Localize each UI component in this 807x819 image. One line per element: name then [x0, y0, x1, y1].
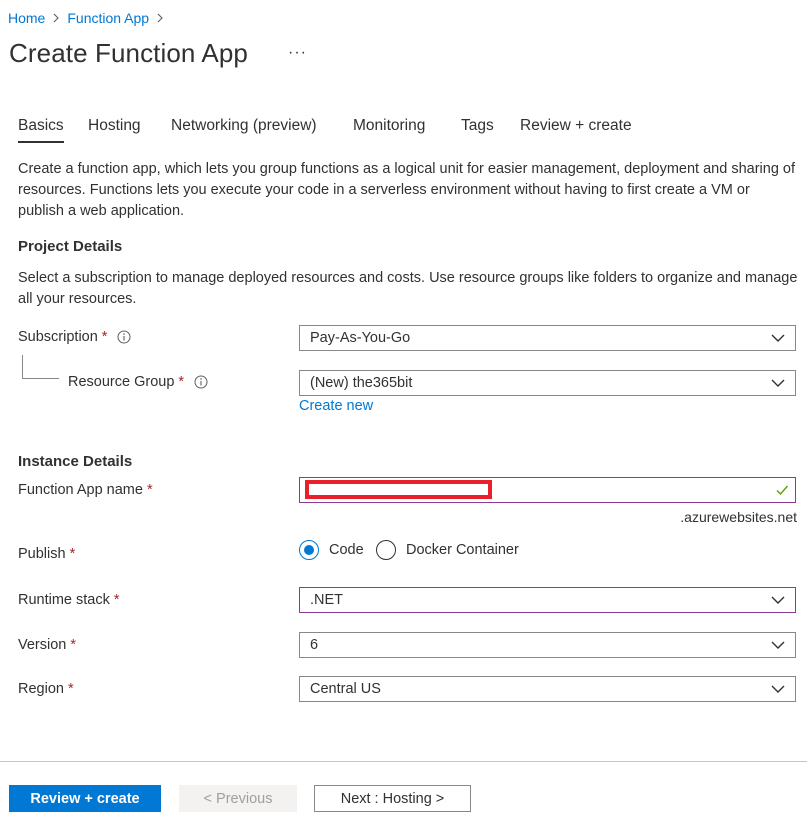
- footer-divider: [0, 761, 807, 762]
- radio-unselected-icon: [376, 540, 396, 560]
- create-new-resource-group-link[interactable]: Create new: [299, 398, 373, 414]
- previous-button[interactable]: < Previous: [179, 785, 297, 812]
- function-app-name-label-text: Function App name: [18, 482, 143, 498]
- required-asterisk: *: [67, 681, 74, 697]
- chevron-down-icon: [771, 640, 785, 650]
- domain-suffix: .azurewebsites.net: [680, 509, 797, 525]
- radio-selected-icon: [299, 540, 319, 560]
- subscription-label: Subscription *: [18, 329, 131, 345]
- required-asterisk: *: [101, 329, 108, 345]
- chevron-down-icon: [771, 378, 785, 388]
- page-title: Create Function App: [9, 38, 248, 68]
- required-asterisk: *: [178, 374, 185, 390]
- publish-docker-radio[interactable]: Docker Container: [376, 540, 519, 560]
- redacted-name-box: [305, 480, 492, 499]
- breadcrumb: Home Function App: [8, 10, 171, 26]
- tab-basics[interactable]: Basics: [18, 117, 64, 143]
- chevron-right-icon: [157, 13, 163, 23]
- project-details-heading: Project Details: [18, 238, 123, 255]
- breadcrumb-function-app-link[interactable]: Function App: [67, 10, 149, 26]
- region-label: Region *: [18, 681, 74, 697]
- tree-connector: [22, 355, 59, 379]
- runtime-stack-value: .NET: [310, 592, 344, 608]
- review-create-button[interactable]: Review + create: [9, 785, 161, 812]
- subscription-dropdown[interactable]: Pay-As-You-Go: [299, 325, 796, 351]
- chevron-down-icon: [771, 684, 785, 694]
- tab-monitoring[interactable]: Monitoring: [353, 117, 425, 135]
- tab-tags[interactable]: Tags: [461, 117, 494, 135]
- chevron-down-icon: [771, 595, 785, 605]
- required-asterisk: *: [146, 482, 153, 498]
- required-asterisk: *: [69, 546, 76, 562]
- runtime-stack-dropdown[interactable]: .NET: [299, 587, 796, 613]
- instance-details-heading: Instance Details: [18, 453, 133, 470]
- version-label: Version *: [18, 637, 76, 653]
- region-label-text: Region: [18, 681, 64, 697]
- function-app-name-label: Function App name *: [18, 482, 153, 498]
- resource-group-value: (New) the365bit: [310, 375, 413, 391]
- breadcrumb-home-link[interactable]: Home: [8, 10, 45, 26]
- intro-description: Create a function app, which lets you gr…: [18, 161, 796, 219]
- resource-group-dropdown[interactable]: (New) the365bit: [299, 370, 796, 396]
- resource-group-label: Resource Group *: [68, 374, 208, 390]
- tab-review-create[interactable]: Review + create: [520, 117, 632, 135]
- checkmark-icon: [775, 483, 789, 497]
- next-hosting-button[interactable]: Next : Hosting >: [314, 785, 471, 812]
- function-app-name-input[interactable]: [299, 477, 796, 503]
- publish-label-text: Publish: [18, 546, 66, 562]
- project-details-description: Select a subscription to manage deployed…: [18, 270, 798, 307]
- version-dropdown[interactable]: 6: [299, 632, 796, 658]
- info-icon[interactable]: [194, 375, 208, 389]
- tab-hosting[interactable]: Hosting: [88, 117, 141, 135]
- required-asterisk: *: [70, 637, 77, 653]
- chevron-right-icon: [53, 13, 60, 23]
- chevron-down-icon: [771, 333, 785, 343]
- region-dropdown[interactable]: Central US: [299, 676, 796, 702]
- version-value: 6: [310, 637, 319, 653]
- publish-code-radio[interactable]: Code: [299, 540, 364, 560]
- info-icon[interactable]: [117, 330, 131, 344]
- resource-group-label-text: Resource Group: [68, 374, 175, 390]
- tab-bar: Basics Hosting Networking (preview) Moni…: [18, 117, 718, 149]
- more-options-button[interactable]: ···: [288, 44, 307, 62]
- version-label-text: Version: [18, 637, 67, 653]
- region-value: Central US: [310, 681, 381, 697]
- subscription-label-text: Subscription: [18, 329, 98, 345]
- runtime-stack-label: Runtime stack *: [18, 592, 120, 608]
- runtime-stack-label-text: Runtime stack: [18, 592, 110, 608]
- publish-label: Publish *: [18, 546, 75, 562]
- subscription-value: Pay-As-You-Go: [310, 330, 411, 346]
- publish-code-label: Code: [329, 542, 364, 558]
- required-asterisk: *: [113, 592, 120, 608]
- tab-networking[interactable]: Networking (preview): [171, 117, 317, 135]
- publish-docker-label: Docker Container: [406, 542, 519, 558]
